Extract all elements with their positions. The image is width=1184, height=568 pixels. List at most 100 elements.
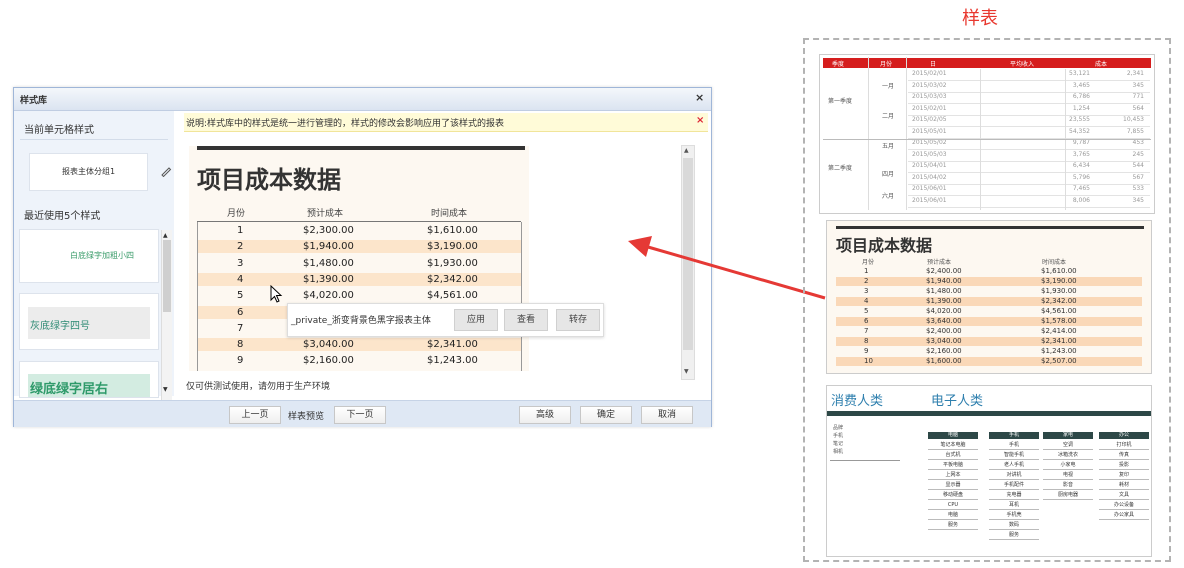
side-item[interactable]: 手机	[833, 432, 843, 439]
category-item[interactable]: 移动硬盘	[928, 492, 978, 500]
sample-left-title: 消费人类	[831, 394, 884, 409]
sample-category-table[interactable]: 消费人类 电子人类 品牌 手机 笔记 相机 电脑 笔记本电脑 台式机 平板电脑 上网本 显示器移…	[826, 385, 1152, 557]
table-row: 8 $3,040.00 $2,341.00	[197, 338, 521, 352]
sample-cost-table[interactable]: 项目成本数据 月份 预计成本 时间成本 1 $2,400.00 $1,610.00 2…	[826, 220, 1152, 374]
next-page-button[interactable]: 下一页	[334, 406, 386, 424]
side-item[interactable]: 相机	[833, 448, 843, 455]
month-cell: 2	[864, 277, 869, 285]
column-header: 成本	[1095, 61, 1108, 68]
income-cell: 7,465	[1072, 185, 1090, 192]
category-item[interactable]: 上网本	[928, 472, 978, 480]
side-item[interactable]: 笔记	[833, 440, 843, 447]
month-cell: 7	[864, 327, 869, 335]
category-item[interactable]: 耗材	[1099, 482, 1149, 490]
dialog-title: 样式库	[20, 96, 48, 106]
style-preview: 项目成本数据 月份 预计成本 时间成本 1 $2,300.00 $1,610.00 2…	[189, 146, 529, 371]
column-header: 月份	[880, 61, 893, 68]
month-label: 一月	[882, 83, 895, 90]
table-row: 8 $3,040.00 $2,341.00	[836, 337, 1142, 346]
ok-button[interactable]: 确定	[580, 406, 632, 424]
preview-title: 项目成本数据	[197, 166, 341, 194]
estimated-cost-cell: $2,400.00	[926, 327, 962, 335]
sidebar-scrollbar[interactable]: ▲ ▼	[161, 230, 172, 400]
save-as-button[interactable]: 转存	[556, 309, 600, 331]
category-item[interactable]: 冰箱洗衣	[1043, 452, 1093, 460]
table-row: 5 $4,020.00 $4,561.00	[197, 289, 521, 302]
mouse-cursor-icon	[270, 285, 283, 303]
cost-cell: 7,855	[1126, 127, 1144, 135]
category-item[interactable]: 小家电	[1043, 462, 1093, 470]
category-item[interactable]: 办公设备	[1099, 502, 1149, 510]
category-item[interactable]: 电视	[1043, 472, 1093, 480]
table-row: 3 $1,480.00 $1,930.00	[836, 287, 1142, 296]
cost-cell: 345	[1132, 81, 1144, 89]
date-cell: 2015/03/02	[912, 81, 947, 89]
category-item[interactable]: 充电器	[989, 492, 1039, 500]
close-icon[interactable]: ×	[695, 91, 704, 104]
category-item[interactable]: 空调	[1043, 442, 1093, 450]
quarter-label: 第一季度	[828, 98, 853, 105]
estimated-cost-cell: $1,940.00	[926, 277, 962, 285]
month-cell: 3	[237, 257, 244, 269]
cost-cell: 533	[1132, 185, 1144, 192]
category-item[interactable]: 手机	[989, 442, 1039, 450]
category-item[interactable]: 对讲机	[989, 472, 1039, 480]
category-header[interactable]: 电脑	[928, 432, 978, 439]
estimated-cost-cell: $2,400.00	[926, 267, 962, 275]
category-header[interactable]: 家电	[1043, 432, 1093, 439]
side-item[interactable]: 品牌	[833, 424, 843, 431]
estimated-cost-cell: $2,300.00	[303, 225, 354, 236]
category-item[interactable]: 耳机	[989, 502, 1039, 510]
advanced-button[interactable]: 高级	[519, 406, 571, 424]
category-header[interactable]: 办公	[1099, 432, 1149, 439]
recent-style-card[interactable]: 灰底绿字四号	[19, 293, 159, 350]
month-cell: 7	[237, 322, 244, 334]
category-item[interactable]: 平板电脑	[928, 462, 978, 470]
category-item[interactable]: 服务	[989, 532, 1039, 540]
cancel-button[interactable]: 取消	[641, 406, 693, 424]
notice-close-icon[interactable]: ×	[696, 115, 704, 126]
category-item[interactable]: 打印机	[1099, 442, 1149, 450]
table-row: 5 $4,020.00 $4,561.00	[836, 307, 1142, 316]
dialog-titlebar[interactable]: 样式库 ×	[14, 88, 711, 111]
income-cell: 1,254	[1072, 104, 1090, 112]
category-item[interactable]: 厨房电器	[1043, 492, 1093, 500]
category-item[interactable]: 电脑	[928, 512, 978, 520]
category-item[interactable]: 办公家具	[1099, 512, 1149, 520]
sample-grouped-table[interactable]: 第一季度 第二季度 一月 二月 五月 四月 六月 季度 月份 日 平均收入 成本 2015…	[819, 54, 1155, 214]
quarter-label: 第二季度	[828, 165, 853, 172]
category-item[interactable]: 台式机	[928, 452, 978, 460]
category-item[interactable]: 手机壳	[989, 512, 1039, 520]
category-item[interactable]: 传真	[1099, 452, 1149, 460]
category-item[interactable]: 服务	[928, 522, 978, 530]
category-header[interactable]: 手机	[989, 432, 1039, 439]
estimated-cost-cell: $1,600.00	[926, 357, 962, 365]
category-item[interactable]: 数码	[989, 522, 1039, 530]
cost-cell: 564	[1132, 104, 1144, 112]
category-item[interactable]: 文具	[1099, 492, 1149, 500]
recent-style-card[interactable]: 白底绿字加粗小四	[19, 229, 159, 283]
actual-cost-cell: $2,341.00	[427, 339, 478, 351]
apply-button[interactable]: 应用	[454, 309, 498, 331]
recent-style-card[interactable]: 绿底绿字居右	[19, 361, 159, 398]
sample-title: 项目成本数据	[836, 236, 933, 255]
table-border	[197, 222, 198, 371]
date-cell: 2015/06/01	[912, 185, 947, 192]
table-row: 6 $3,640.00 $1,578.00	[836, 317, 1142, 326]
category-item[interactable]: 笔记本电脑	[928, 442, 978, 450]
date-cell: 2015/02/05	[912, 116, 947, 123]
current-style-card[interactable]: 报表主体分组1	[29, 153, 148, 191]
prev-page-button[interactable]: 上一页	[229, 406, 281, 424]
category-item[interactable]: CPU	[928, 502, 978, 510]
category-item[interactable]: 显示器	[928, 482, 978, 490]
category-item[interactable]: 复印	[1099, 472, 1149, 480]
edit-icon[interactable]	[160, 165, 172, 177]
estimated-cost-cell: $4,020.00	[926, 307, 962, 315]
view-button[interactable]: 查看	[504, 309, 548, 331]
category-item[interactable]: 智能手机	[989, 452, 1039, 460]
category-item[interactable]: 投影	[1099, 462, 1149, 470]
category-item[interactable]: 影音	[1043, 482, 1093, 490]
category-item[interactable]: 老人手机	[989, 462, 1039, 470]
category-item[interactable]: 手机配件	[989, 482, 1039, 490]
actual-cost-cell: $2,507.00	[1041, 357, 1077, 365]
